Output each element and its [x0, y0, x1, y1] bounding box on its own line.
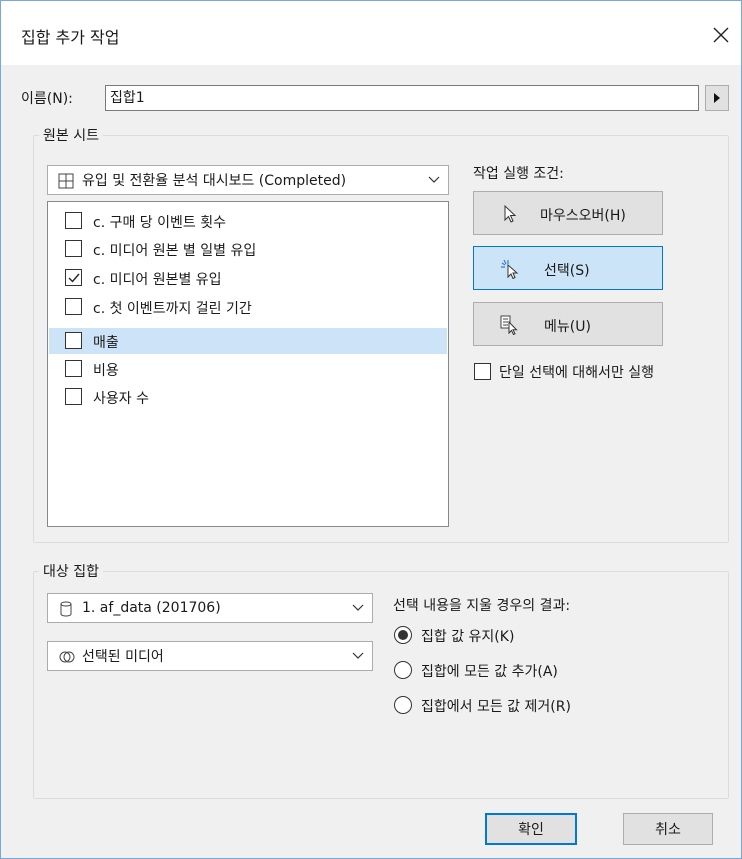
checkbox[interactable] [65, 388, 82, 405]
single-select-checkbox[interactable] [474, 363, 491, 380]
list-item-label: c. 첫 이벤트까지 걸린 기간 [93, 301, 252, 317]
list-item[interactable]: c. 구매 당 이벤트 횟수 [49, 208, 447, 234]
menu-cursor-icon [500, 315, 518, 335]
radio-keep-values[interactable] [394, 626, 412, 644]
checkbox[interactable] [65, 332, 82, 349]
ok-button-label: 확인 [518, 822, 544, 838]
list-item-label: 비용 [93, 363, 119, 379]
set-dropdown[interactable]: 선택된 미디어 [47, 641, 373, 671]
list-item[interactable]: c. 첫 이벤트까지 걸린 기간 [49, 294, 447, 320]
menu-button[interactable]: 메뉴(U) [473, 302, 663, 346]
radio-add-all-label: 집합에 모든 값 추가(A) [421, 664, 558, 680]
datasource-value: 1. af_data (201706) [82, 600, 221, 616]
chevron-down-icon [428, 176, 440, 183]
close-button[interactable] [701, 15, 741, 55]
database-icon [60, 601, 72, 617]
title-bar: 집합 추가 작업 [1, 1, 741, 65]
checkbox[interactable] [65, 298, 82, 315]
add-set-action-dialog: 집합 추가 작업 이름(N): 집합1 원본 시트 유입 및 전환율 분석 대시… [0, 0, 742, 859]
hover-button[interactable]: 마우스오버(H) [473, 191, 663, 235]
select-button-label: 선택(S) [544, 263, 590, 279]
select-button[interactable]: 선택(S) [473, 246, 663, 290]
radio-remove-all-label: 집합에서 모든 값 제거(R) [421, 699, 571, 715]
hover-button-label: 마우스오버(H) [540, 208, 626, 224]
hover-cursor-icon [504, 204, 517, 223]
name-input[interactable]: 집합1 [105, 85, 699, 111]
checkmark-icon [68, 273, 80, 283]
list-item[interactable]: c. 미디어 원본 별 일별 유입 [49, 236, 447, 262]
cancel-button[interactable]: 취소 [623, 813, 713, 845]
list-item-label: c. 미디어 원본별 유입 [93, 272, 222, 288]
select-click-icon [501, 259, 519, 279]
name-label: 이름(N): [21, 91, 73, 107]
checkbox[interactable] [65, 212, 82, 229]
source-sheet-value: 유입 및 전환율 분석 대시보드 (Completed) [82, 173, 347, 189]
set-icon [59, 651, 75, 663]
dialog-title: 집합 추가 작업 [21, 28, 120, 47]
list-item[interactable]: c. 미디어 원본별 유입 [49, 265, 447, 291]
single-select-label: 단일 선택에 대해서만 실행 [499, 365, 655, 381]
checkbox[interactable] [65, 360, 82, 377]
list-item[interactable]: 사용자 수 [49, 384, 447, 410]
sheet-listbox[interactable]: c. 구매 당 이벤트 횟수 c. 미디어 원본 별 일별 유입 c. 미디어 … [47, 201, 449, 527]
chevron-down-icon [352, 652, 364, 659]
list-item-label: c. 미디어 원본 별 일별 유입 [93, 243, 257, 259]
list-item-label: 매출 [93, 335, 119, 351]
triangle-right-icon [714, 93, 720, 103]
clear-result-label: 선택 내용을 지울 경우의 결과: [393, 598, 571, 614]
list-item-highlighted[interactable]: 매출 [49, 328, 447, 354]
close-icon [713, 27, 729, 43]
list-item-label: 사용자 수 [93, 391, 149, 407]
list-item-label: c. 구매 당 이벤트 횟수 [93, 215, 226, 231]
radio-dot [398, 630, 408, 640]
ok-button[interactable]: 확인 [485, 813, 577, 845]
radio-keep-values-label: 집합 값 유지(K) [421, 629, 515, 645]
set-value: 선택된 미디어 [82, 649, 164, 665]
run-condition-label: 작업 실행 조건: [473, 166, 564, 182]
radio-add-all[interactable] [394, 661, 412, 679]
datasource-dropdown[interactable]: 1. af_data (201706) [47, 593, 373, 623]
chevron-down-icon [352, 604, 364, 611]
checkbox-checked[interactable] [65, 269, 82, 286]
dashboard-grid-icon [58, 173, 74, 189]
checkbox[interactable] [65, 240, 82, 257]
menu-button-label: 메뉴(U) [544, 319, 591, 335]
insert-field-button[interactable] [705, 85, 729, 111]
source-sheet-group-label: 원본 시트 [39, 125, 103, 145]
list-item[interactable]: 비용 [49, 356, 447, 382]
source-sheet-dropdown[interactable]: 유입 및 전환율 분석 대시보드 (Completed) [47, 165, 449, 195]
cancel-button-label: 취소 [655, 822, 681, 838]
radio-remove-all[interactable] [394, 696, 412, 714]
target-set-group-label: 대상 집합 [39, 561, 103, 581]
